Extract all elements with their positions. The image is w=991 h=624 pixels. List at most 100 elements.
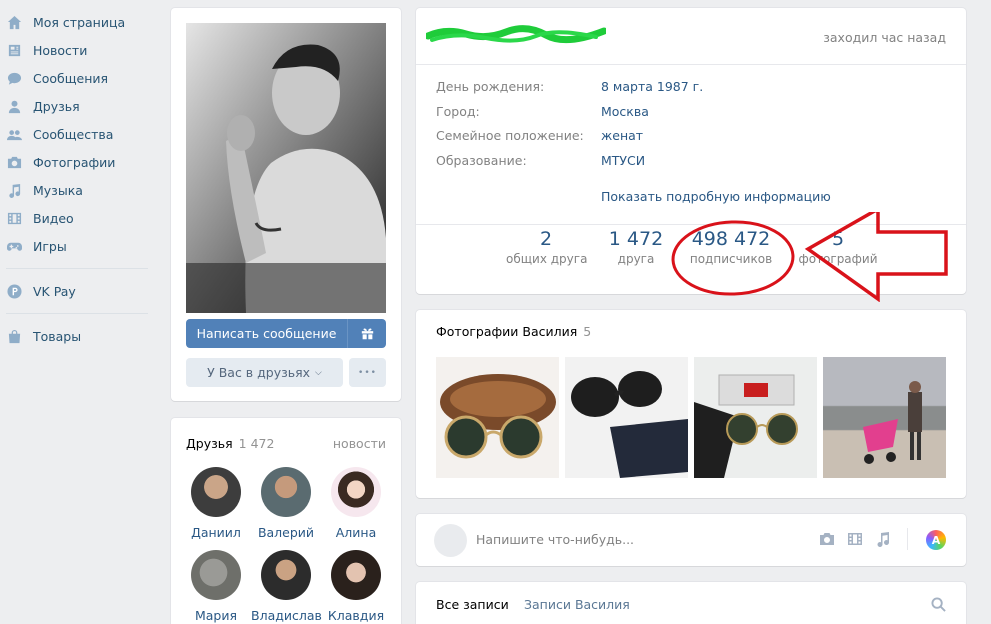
more-actions-button[interactable]: ••• xyxy=(349,358,386,387)
friend-name: Валерий xyxy=(257,525,315,540)
nav-label: Сообщения xyxy=(33,70,109,86)
gift-icon[interactable] xyxy=(348,319,386,348)
friend-item[interactable]: Даниил xyxy=(181,467,251,540)
friend-name: Владислав xyxy=(251,608,322,623)
friends-news-link[interactable]: новости xyxy=(333,436,386,451)
friends-header: Друзья 1 472 новости xyxy=(186,436,386,451)
counter-mutual-friends[interactable]: 2 общих друга xyxy=(506,228,588,266)
profile-photo-card: Написать сообщение У Вас в друзьях ⌵ ••• xyxy=(171,8,401,401)
friend-avatar xyxy=(331,467,381,517)
counter-friends[interactable]: 1 472 друга xyxy=(606,228,666,266)
counter-label: фотографий xyxy=(798,252,878,266)
info-value[interactable]: женат xyxy=(601,128,643,143)
friend-item[interactable]: Алина xyxy=(321,467,391,540)
photo-thumbnail[interactable] xyxy=(823,357,946,478)
nav-music[interactable]: Музыка xyxy=(0,176,160,204)
counter-label: общих друга xyxy=(506,252,588,266)
nav-label: Друзья xyxy=(33,98,80,114)
nav-photos[interactable]: Фотографии xyxy=(0,148,160,176)
bag-icon xyxy=(6,328,22,344)
friend-avatar xyxy=(261,550,311,600)
music-icon xyxy=(6,182,22,198)
friend-item[interactable]: Валерий xyxy=(251,467,321,540)
nav-label: Сообщества xyxy=(33,126,114,142)
in-friends-button[interactable]: У Вас в друзьях ⌵ xyxy=(186,358,343,387)
new-post-card: Напишите что-нибудь... A xyxy=(416,514,966,566)
tab-user-posts[interactable]: Записи Василия xyxy=(524,597,630,612)
show-details-link[interactable]: Показать подробную информацию xyxy=(601,189,831,204)
chevron-down-icon: ⌵ xyxy=(315,367,322,378)
counter-photos[interactable]: 5 фотографий xyxy=(796,228,880,266)
search-icon[interactable] xyxy=(931,597,946,612)
info-value[interactable]: МТУСИ xyxy=(601,153,645,168)
counter-label: друга xyxy=(617,252,655,266)
friend-item[interactable]: Владислав xyxy=(251,550,322,623)
friend-avatar xyxy=(191,467,241,517)
friends-icon xyxy=(6,98,22,114)
left-nav: Моя страница Новости Сообщения Друзья Со… xyxy=(0,8,160,350)
post-author-icon[interactable]: A xyxy=(926,530,946,550)
photos-count: 5 xyxy=(583,324,592,339)
post-divider xyxy=(907,528,908,550)
nav-label: Музыка xyxy=(33,182,83,198)
nav-label: Видео xyxy=(33,210,74,226)
nav-goods[interactable]: Товары xyxy=(0,322,160,350)
games-icon xyxy=(6,238,22,254)
friend-avatar xyxy=(261,467,311,517)
friends-count: 1 472 xyxy=(238,436,275,451)
counter-number: 5 xyxy=(831,228,845,250)
news-icon xyxy=(6,42,22,58)
attach-icons xyxy=(818,531,892,551)
music-icon[interactable] xyxy=(874,531,892,551)
photos-title: Фотографии Василия xyxy=(436,324,578,339)
info-key: Семейное положение: xyxy=(436,128,584,143)
nav-games[interactable]: Игры xyxy=(0,232,160,260)
photos-card: Фотографии Василия 5 xyxy=(416,310,966,498)
friend-name: Клавдия xyxy=(327,608,385,623)
counter-number: 2 xyxy=(539,228,553,250)
write-message-button[interactable]: Написать сообщение xyxy=(186,319,386,348)
nav-video[interactable]: Видео xyxy=(0,204,160,232)
nav-communities[interactable]: Сообщества xyxy=(0,120,160,148)
info-divider xyxy=(416,64,966,65)
info-divider xyxy=(416,224,966,225)
video-icon xyxy=(6,210,22,226)
nav-label: Товары xyxy=(33,328,82,344)
friend-name: Алина xyxy=(335,525,377,540)
new-post-input[interactable]: Напишите что-нибудь... xyxy=(476,532,634,547)
profile-counters: 2 общих друга 1 472 друга 498 472 подпис… xyxy=(416,228,966,288)
home-icon xyxy=(6,14,22,30)
photo-thumbnail[interactable] xyxy=(694,357,817,478)
video-icon[interactable] xyxy=(846,531,864,551)
photos-header[interactable]: Фотографии Василия 5 xyxy=(436,324,591,339)
messages-icon xyxy=(6,70,22,86)
nav-news[interactable]: Новости xyxy=(0,36,160,64)
more-dots-icon: ••• xyxy=(358,367,377,378)
profile-avatar[interactable] xyxy=(186,23,386,313)
nav-my-page[interactable]: Моя страница xyxy=(0,8,160,36)
counter-label: подписчиков xyxy=(689,252,773,266)
nav-friends[interactable]: Друзья xyxy=(0,92,160,120)
friend-name: Даниил xyxy=(191,525,241,540)
info-key: Образование: xyxy=(436,153,527,168)
nav-divider xyxy=(6,268,148,269)
info-key: День рождения: xyxy=(436,79,545,94)
friend-name: Мария xyxy=(194,608,238,623)
info-value[interactable]: 8 марта 1987 г. xyxy=(601,79,703,94)
friend-item[interactable]: Клавдия xyxy=(321,550,391,623)
friends-title[interactable]: Друзья xyxy=(186,436,233,451)
nav-vkpay[interactable]: VK Pay xyxy=(0,277,160,305)
counter-followers[interactable]: 498 472 подписчиков xyxy=(686,228,776,266)
nav-label: Фотографии xyxy=(33,154,116,170)
info-value[interactable]: Москва xyxy=(601,104,649,119)
friend-item[interactable]: Мария xyxy=(181,550,251,623)
photo-thumbnail[interactable] xyxy=(565,357,688,478)
in-friends-label: У Вас в друзьях xyxy=(207,365,311,380)
camera-icon[interactable] xyxy=(818,531,836,551)
communities-icon xyxy=(6,126,22,142)
nav-messages[interactable]: Сообщения xyxy=(0,64,160,92)
friend-avatar xyxy=(331,550,381,600)
friend-avatar xyxy=(191,550,241,600)
tab-all-posts[interactable]: Все записи xyxy=(436,597,509,612)
photo-thumbnail[interactable] xyxy=(436,357,559,478)
